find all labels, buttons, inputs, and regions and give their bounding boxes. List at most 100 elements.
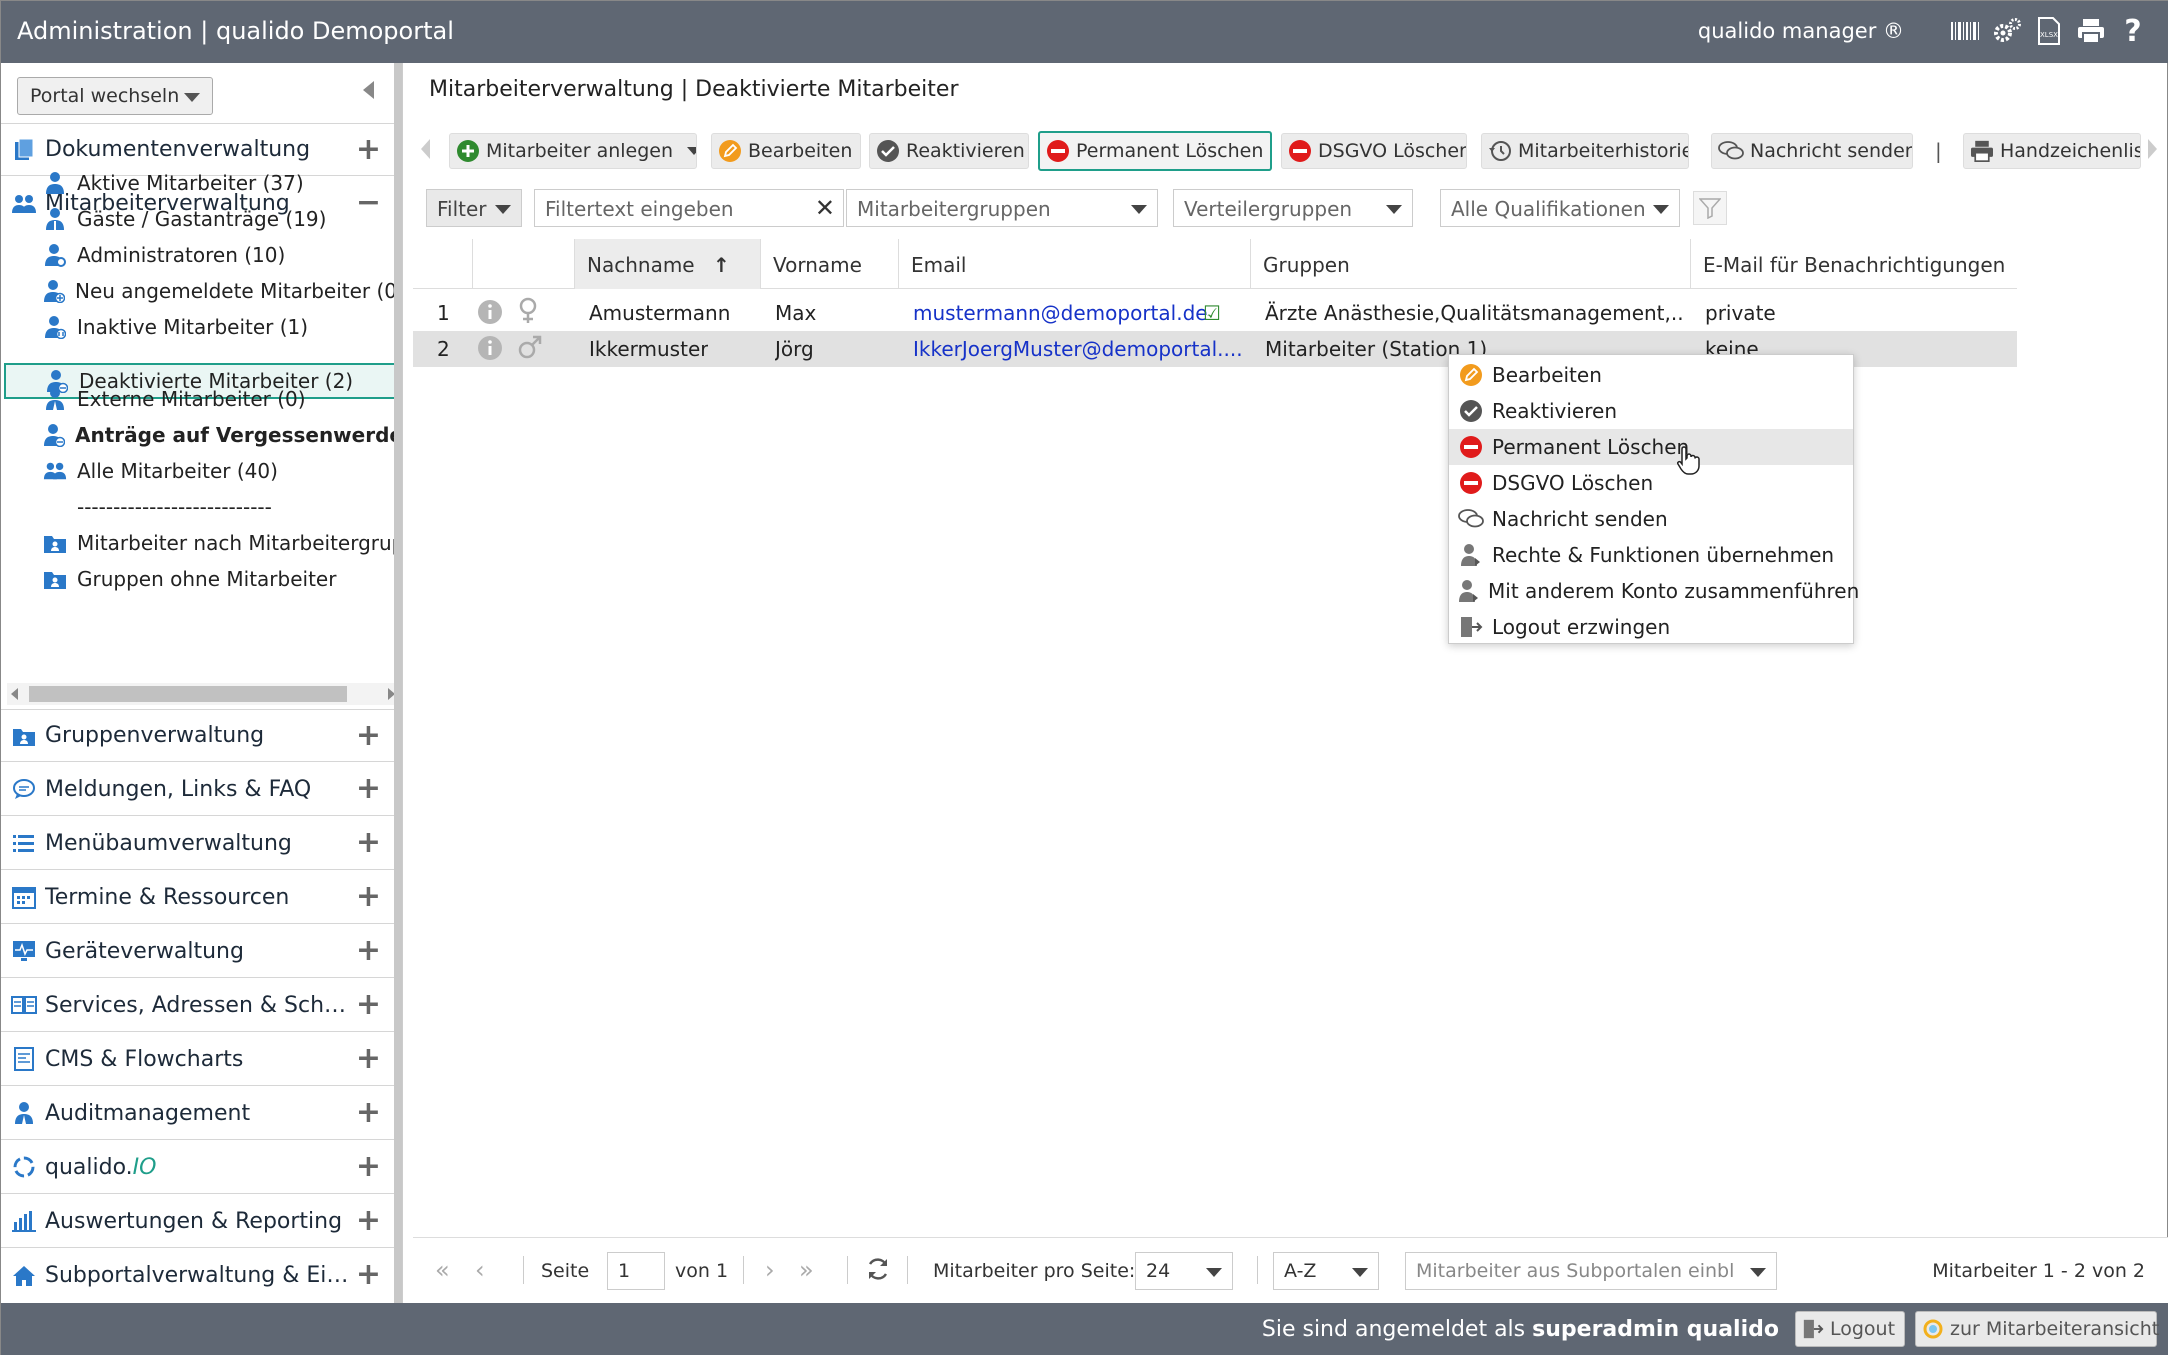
section-geraeteverwaltung[interactable]: Geräteverwaltung +	[1, 925, 401, 978]
filter-dropdown[interactable]: Filter	[426, 189, 522, 227]
sidebar-item-alle-mitarbeiter[interactable]: Alle Mitarbeiter (40)	[1, 453, 401, 489]
sidebar-item-nach-gruppen[interactable]: Mitarbeiter nach Mitarbeitergruppen	[1, 525, 401, 561]
sidebar-item-label: Aktive Mitarbeiter (37)	[77, 171, 304, 195]
sidebar-item-label: Inaktive Mitarbeiter (1)	[77, 315, 309, 339]
reactivate-button[interactable]: Reaktivieren	[869, 133, 1029, 169]
info-icon[interactable]	[477, 335, 503, 366]
menu-item-merge-account[interactable]: Mit anderem Konto zusammenführen	[1449, 573, 1859, 609]
next-page-icon[interactable]: ›	[765, 1256, 775, 1284]
sidebar-horizontal-scrollbar[interactable]	[7, 683, 399, 705]
menu-item-send-message[interactable]: Nachricht senden	[1449, 501, 1853, 537]
prev-page-icon[interactable]: ‹	[475, 1256, 485, 1284]
cell-email-link[interactable]: IkkerJoergMuster@demoportal....	[913, 337, 1243, 361]
expand-icon[interactable]: +	[356, 771, 381, 806]
expand-icon[interactable]: +	[356, 718, 381, 753]
col-gruppen[interactable]: Gruppen	[1251, 239, 1691, 289]
expand-icon[interactable]: +	[356, 1095, 381, 1130]
first-page-icon[interactable]: «	[435, 1256, 450, 1284]
row-number: 2	[437, 337, 450, 361]
chevron-down-icon	[1352, 1268, 1368, 1277]
permanent-delete-button[interactable]: Permanent Löschen	[1038, 131, 1272, 171]
section-termine[interactable]: Termine & Ressourcen +	[1, 871, 401, 924]
section-cms[interactable]: CMS & Flowcharts +	[1, 1033, 401, 1086]
menu-item-edit[interactable]: Bearbeiten	[1449, 357, 1853, 393]
section-gruppenverwaltung[interactable]: Gruppenverwaltung +	[1, 709, 401, 762]
expand-icon[interactable]: +	[356, 1257, 381, 1292]
settings-gears-icon[interactable]	[1991, 13, 2023, 49]
chevron-down-icon[interactable]	[687, 147, 696, 155]
subportal-employees-select[interactable]: Mitarbeiter aus Subportalen einblenden	[1405, 1252, 1777, 1290]
toolbar-scroll-right-icon[interactable]	[2148, 139, 2157, 159]
menu-item-transfer-rights[interactable]: Rechte & Funktionen übernehmen	[1449, 537, 1853, 573]
sidebar-item-administratoren[interactable]: Administratoren (10)	[1, 237, 401, 273]
refresh-icon[interactable]	[865, 1256, 891, 1287]
col-email[interactable]: Email	[899, 239, 1251, 289]
expand-icon[interactable]: +	[356, 1041, 381, 1076]
expand-icon[interactable]: +	[356, 879, 381, 914]
expand-icon[interactable]: +	[356, 825, 381, 860]
print-icon[interactable]	[2075, 13, 2107, 49]
col-nachname[interactable]: Nachname ↑	[575, 239, 761, 289]
section-subportalverwaltung[interactable]: Subportalverwaltung & Einstellungen +	[1, 1249, 401, 1302]
edit-button[interactable]: Bearbeiten	[711, 133, 861, 169]
employee-groups-select[interactable]: Mitarbeitergruppen	[846, 189, 1158, 227]
section-meldungen[interactable]: Meldungen, Links & FAQ +	[1, 763, 401, 816]
gdpr-delete-button[interactable]: DSGVO Löschen	[1281, 133, 1467, 169]
logout-button[interactable]: Logout	[1795, 1311, 1905, 1347]
toolbar-scroll-left-icon[interactable]	[421, 139, 430, 159]
signature-list-button[interactable]: Handzeichenliste	[1963, 133, 2141, 169]
last-page-icon[interactable]: »	[799, 1256, 814, 1284]
employee-view-button[interactable]: zur Mitarbeiteransicht	[1915, 1311, 2159, 1347]
section-menuebaum[interactable]: Menübaumverwaltung +	[1, 817, 401, 870]
qualifications-select[interactable]: Alle Qualifikationen	[1440, 189, 1680, 227]
expand-icon[interactable]: +	[356, 1149, 381, 1184]
section-qualido-io[interactable]: qualido.IO +	[1, 1141, 401, 1194]
menu-item-permanent-delete[interactable]: Permanent Löschen	[1449, 429, 1853, 465]
sidebar-item-inaktive[interactable]: Inaktive Mitarbeiter (1)	[1, 309, 401, 345]
sidebar-item-label: Administratoren (10)	[77, 243, 286, 267]
sort-order-select[interactable]: A-Z	[1273, 1252, 1379, 1290]
barcode-icon[interactable]	[1949, 13, 1981, 49]
section-auditmanagement[interactable]: Auditmanagement +	[1, 1087, 401, 1140]
sidebar-item-gaeste[interactable]: Gäste / Gastanträge (19)	[1, 201, 401, 237]
scrollbar-thumb[interactable]	[29, 686, 347, 702]
employee-groups-label: Mitarbeitergruppen	[857, 197, 1051, 221]
sidebar-item-neu-angemeldet[interactable]: Neu angemeldete Mitarbeiter (0)	[1, 273, 401, 309]
xlsx-export-icon[interactable]: XLSX	[2033, 13, 2065, 49]
page-number-input[interactable]: 1	[607, 1252, 665, 1290]
sidebar-item-gruppen-ohne[interactable]: Gruppen ohne Mitarbeiter	[1, 561, 401, 597]
distribution-groups-select[interactable]: Verteilergruppen	[1173, 189, 1413, 227]
clear-icon[interactable]: ✕	[815, 194, 835, 222]
sidebar-item-externe[interactable]: Externe Mitarbeiter (0)	[1, 381, 401, 417]
expand-icon[interactable]: +	[356, 933, 381, 968]
menu-item-reactivate[interactable]: Reaktivieren	[1449, 393, 1853, 429]
add-employee-button[interactable]: Mitarbeiter anlegen	[449, 133, 697, 169]
filter-funnel-icon[interactable]	[1693, 191, 1727, 225]
sidebar-vertical-scrollbar[interactable]	[394, 63, 402, 1303]
section-services[interactable]: Services, Adressen & Schwarzes Brett +	[1, 979, 401, 1032]
sidebar-item-vergessenwerden[interactable]: Anträge auf Vergessenwerden (1)	[1, 417, 401, 453]
col-notify[interactable]: E-Mail für Benachrichtigungen	[1691, 239, 2017, 289]
sidebar-item-aktive-mitarbeiter[interactable]: Aktive Mitarbeiter (37)	[1, 165, 401, 201]
menu-item-force-logout[interactable]: Logout erzwingen	[1449, 609, 1853, 645]
separator-text: ---------------------------	[77, 495, 272, 519]
section-auswertungen[interactable]: Auswertungen & Reporting +	[1, 1195, 401, 1248]
menu-item-gdpr-delete[interactable]: DSGVO Löschen	[1449, 465, 1853, 501]
expand-icon[interactable]: +	[356, 132, 381, 167]
info-icon[interactable]	[477, 299, 503, 330]
help-icon[interactable]: ?	[2117, 13, 2149, 49]
employee-history-button[interactable]: Mitarbeiterhistorie	[1481, 133, 1689, 169]
per-page-select[interactable]: 24	[1135, 1252, 1233, 1290]
cell-email-link[interactable]: mustermann@demoportal.de	[913, 301, 1213, 325]
collapse-sidebar-icon[interactable]	[363, 81, 374, 99]
col-vorname[interactable]: Vorname	[761, 239, 899, 289]
page-of-label: von 1	[675, 1260, 729, 1282]
filter-text-input[interactable]: Filtertext eingeben ✕	[534, 189, 844, 227]
expand-icon[interactable]: +	[356, 987, 381, 1022]
table-row[interactable]: 1 Amustermann Max mustermann@demoportal.…	[413, 295, 2017, 331]
portal-switch-select[interactable]: Portal wechseln	[17, 77, 213, 115]
menu-item-label: DSGVO Löschen	[1492, 471, 1654, 495]
send-message-button[interactable]: Nachricht senden	[1711, 133, 1913, 169]
scroll-left-icon[interactable]	[11, 688, 18, 700]
expand-icon[interactable]: +	[356, 1203, 381, 1238]
